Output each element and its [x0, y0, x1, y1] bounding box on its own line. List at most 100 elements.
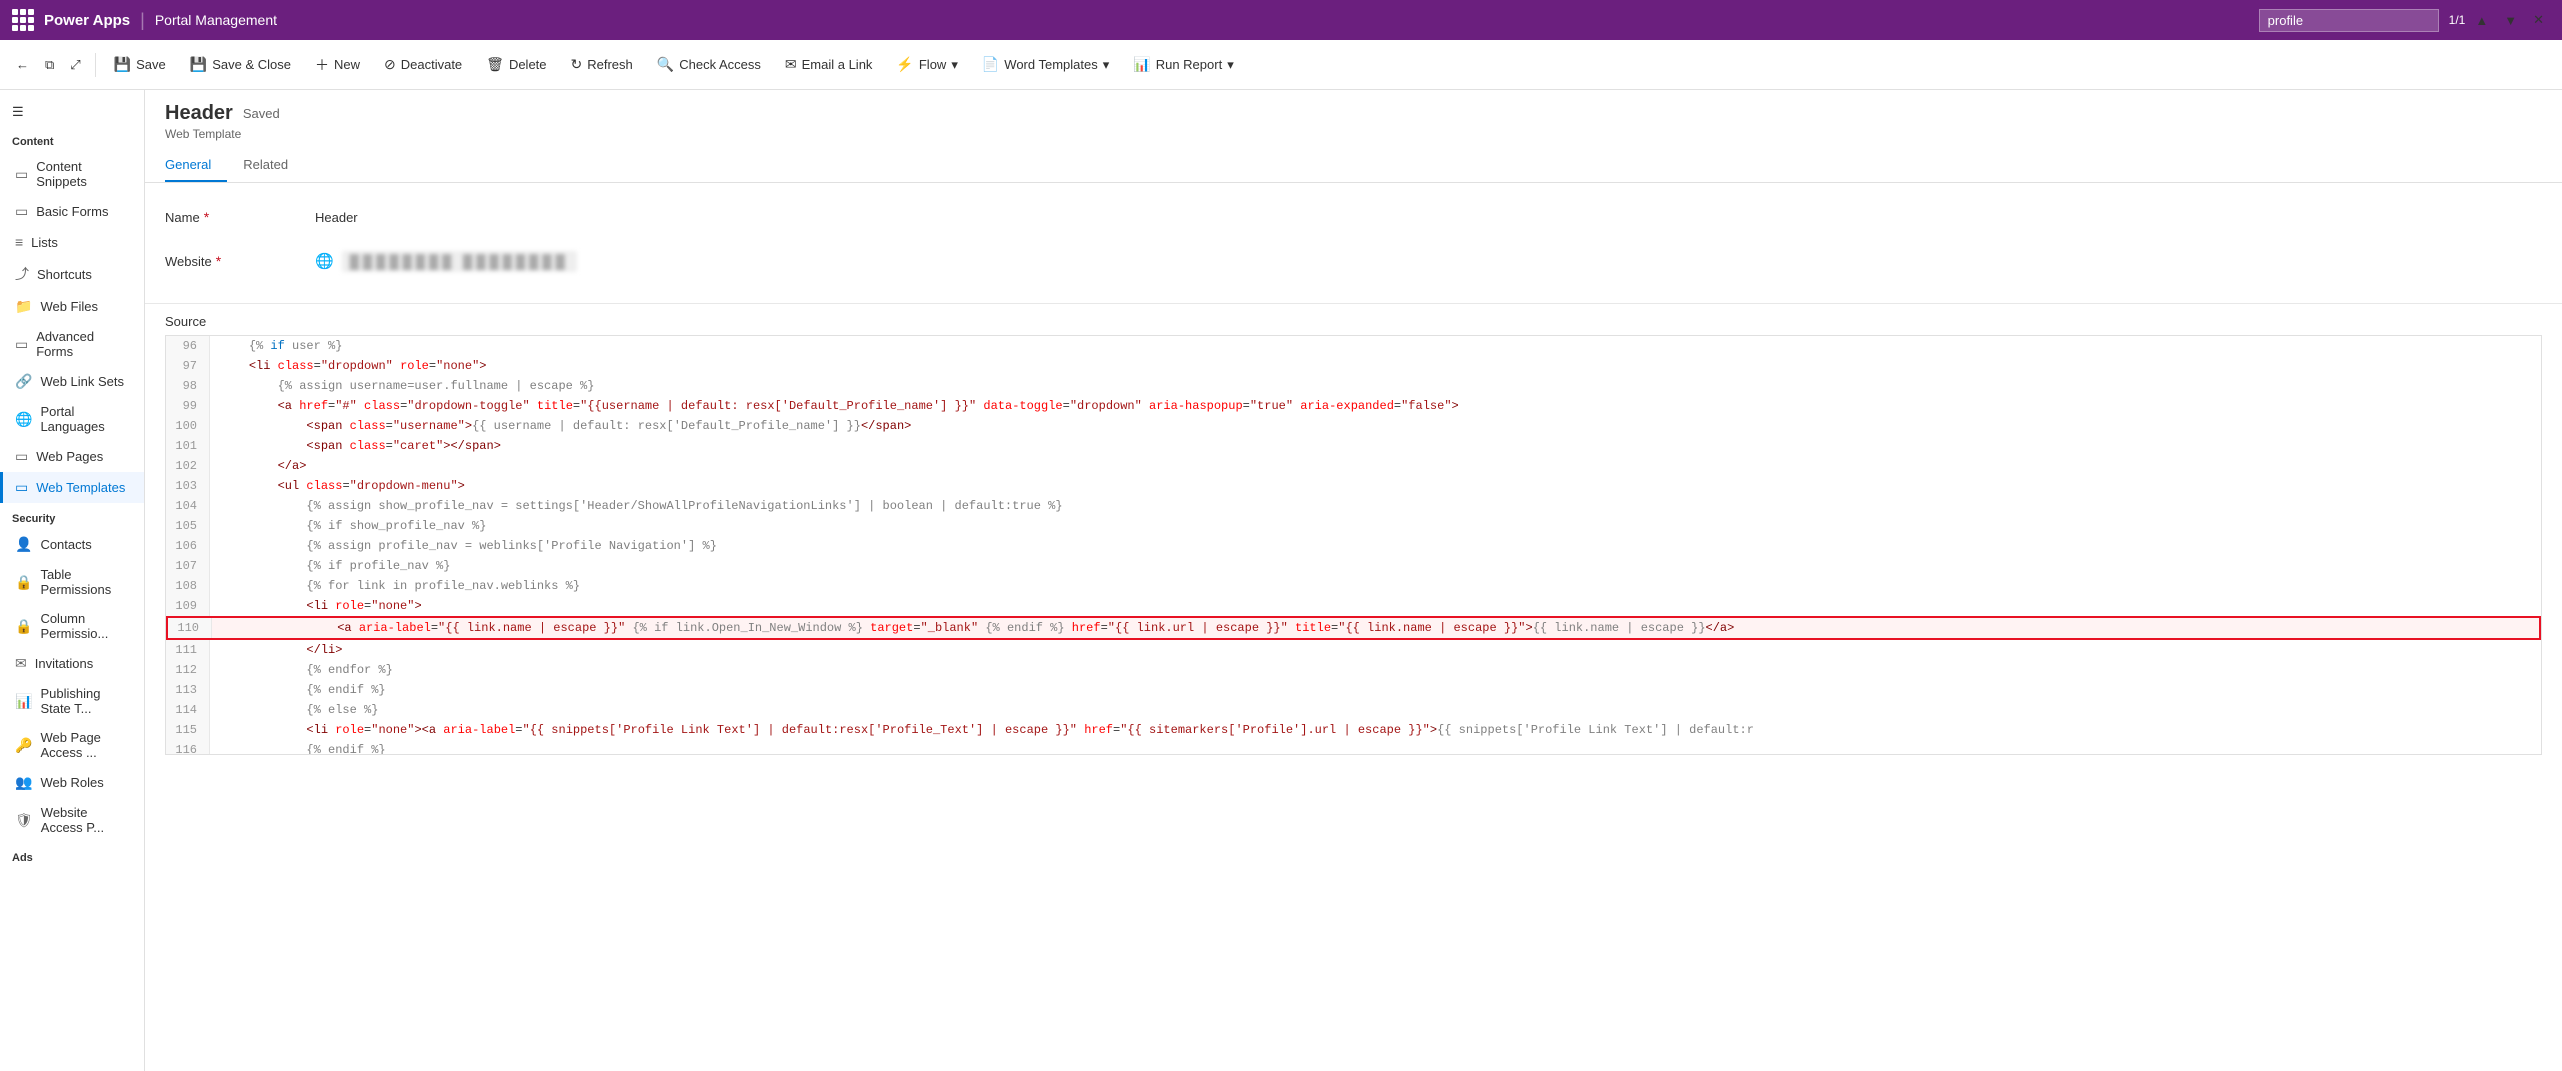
sidebar-item-web-link-sets[interactable]: 🔗 Web Link Sets [0, 366, 144, 397]
invitations-icon: ✉ [15, 655, 27, 672]
deactivate-button[interactable]: ⊘ Deactivate [374, 51, 472, 78]
sidebar-toggle[interactable]: ☰ [0, 98, 144, 126]
sidebar-item-lists[interactable]: ≡ Lists [0, 227, 144, 257]
record-header: Header Saved Web Template [145, 90, 2562, 141]
search-close[interactable]: ✕ [2527, 7, 2550, 33]
required-star-name: * [204, 209, 209, 225]
copy-button[interactable]: ⧉ [39, 52, 60, 78]
sidebar-item-portal-languages[interactable]: 🌐 Portal Languages [0, 397, 144, 441]
code-editor[interactable]: 96 {% if user %} 97 <li class="dropdown"… [165, 335, 2542, 755]
sidebar-item-publishing-state[interactable]: 📊 Publishing State T... [0, 679, 144, 723]
check-access-label: Check Access [679, 57, 761, 72]
code-line-97: 97 <li class="dropdown" role="none"> [166, 356, 2541, 376]
waffle-menu[interactable] [12, 9, 34, 31]
top-bar: Power Apps | Portal Management 1/1 ▲ ▼ ✕ [0, 0, 2562, 40]
tab-related[interactable]: Related [243, 149, 304, 182]
sidebar-item-web-roles[interactable]: 👥 Web Roles [0, 767, 144, 798]
save-icon: 💾 [114, 56, 131, 73]
check-access-icon: 🔍 [657, 56, 674, 73]
sidebar-label-content-snippets: Content Snippets [36, 159, 132, 189]
sidebar-item-basic-forms[interactable]: ▭ Basic Forms [0, 196, 144, 227]
sidebar-item-website-access[interactable]: 🛡 Website Access P... [0, 798, 144, 842]
sidebar-label-advanced-forms: Advanced Forms [36, 329, 132, 359]
web-page-access-icon: 🔑 [15, 737, 32, 754]
sidebar-item-contacts[interactable]: 👤 Contacts [0, 529, 144, 560]
save-close-label: Save & Close [212, 57, 291, 72]
flow-icon: ⚡ [896, 56, 913, 73]
form-area: Name * Header Website * 🌐 ████████ █████… [145, 183, 2562, 304]
sidebar-label-portal-languages: Portal Languages [40, 404, 132, 434]
sidebar-item-invitations[interactable]: ✉ Invitations [0, 648, 144, 679]
flow-button[interactable]: ⚡ Flow ▾ [886, 51, 967, 78]
run-report-button[interactable]: 📊 Run Report ▾ [1123, 51, 1243, 78]
sidebar-label-web-templates: Web Templates [36, 480, 125, 495]
code-line-106: 106 {% assign profile_nav = weblinks['Pr… [166, 536, 2541, 556]
toolbar-sep-1 [95, 53, 96, 77]
sidebar-item-web-files[interactable]: 📁 Web Files [0, 291, 144, 322]
website-value[interactable]: ████████ ████████ [342, 251, 577, 272]
search-next[interactable]: ▼ [2498, 8, 2523, 33]
sidebar-item-content-snippets[interactable]: ▭ Content Snippets [0, 152, 144, 196]
check-access-button[interactable]: 🔍 Check Access [647, 51, 771, 78]
code-line-108: 108 {% for link in profile_nav.weblinks … [166, 576, 2541, 596]
search-prev[interactable]: ▲ [2469, 8, 2494, 33]
sidebar-item-shortcuts[interactable]: ⤴ Shortcuts [0, 257, 144, 291]
required-star-website: * [216, 253, 221, 269]
word-templates-label: Word Templates [1004, 57, 1097, 72]
code-line-115: 115 <li role="none"><a aria-label="{{ sn… [166, 720, 2541, 740]
search-count: 1/1 [2449, 13, 2466, 27]
publishing-state-icon: 📊 [15, 693, 32, 710]
basic-forms-icon: ▭ [15, 203, 28, 220]
sidebar-item-advanced-forms[interactable]: ▭ Advanced Forms [0, 322, 144, 366]
save-button[interactable]: 💾 Save [104, 51, 176, 78]
sidebar-label-contacts: Contacts [40, 537, 91, 552]
sidebar-label-publishing-state: Publishing State T... [40, 686, 132, 716]
sidebar-item-table-permissions[interactable]: 🔒 Table Permissions [0, 560, 144, 604]
code-line-109: 109 <li role="none"> [166, 596, 2541, 616]
code-line-101: 101 <span class="caret"></span> [166, 436, 2541, 456]
search-input[interactable] [2259, 9, 2439, 32]
sidebar-item-column-permissions[interactable]: 🔒 Column Permissio... [0, 604, 144, 648]
new-button[interactable]: ＋ New [305, 50, 370, 80]
deactivate-icon: ⊘ [384, 56, 396, 73]
delete-button[interactable]: 🗑 Delete [476, 51, 556, 78]
back-icon: ← [16, 57, 29, 72]
search-nav: 1/1 ▲ ▼ ✕ [2449, 7, 2550, 33]
name-label: Name * [165, 209, 315, 225]
sidebar-item-web-pages[interactable]: ▭ Web Pages [0, 441, 144, 472]
refresh-button[interactable]: ↻ Refresh [561, 51, 643, 78]
record-subtitle: Web Template [165, 127, 2542, 141]
sidebar: ☰ Content ▭ Content Snippets ▭ Basic For… [0, 90, 145, 1071]
form-row-name: Name * Header [165, 199, 2542, 235]
new-icon: ＋ [315, 55, 329, 75]
code-line-100: 100 <span class="username">{{ username |… [166, 416, 2541, 436]
sidebar-label-website-access: Website Access P... [41, 805, 132, 835]
word-templates-button[interactable]: 📄 Word Templates ▾ [972, 51, 1119, 78]
sidebar-label-invitations: Invitations [35, 656, 94, 671]
sidebar-label-column-permissions: Column Permissio... [40, 611, 132, 641]
email-link-button[interactable]: ✉ Email a Link [775, 51, 883, 78]
back-button[interactable]: ← [10, 52, 35, 77]
tab-general[interactable]: General [165, 149, 227, 182]
sidebar-section-ads: Ads [0, 842, 144, 868]
portal-languages-icon: 🌐 [15, 411, 32, 428]
code-line-110: 110 <a aria-label="{{ link.name | escape… [166, 616, 2541, 640]
save-close-icon: 💾 [190, 56, 207, 73]
web-link-sets-icon: 🔗 [15, 373, 32, 390]
name-value[interactable]: Header [315, 210, 2542, 225]
code-line-103: 103 <ul class="dropdown-menu"> [166, 476, 2541, 496]
sidebar-label-web-files: Web Files [40, 299, 98, 314]
code-line-113: 113 {% endif %} [166, 680, 2541, 700]
save-close-button[interactable]: 💾 Save & Close [180, 51, 301, 78]
sidebar-item-web-page-access[interactable]: 🔑 Web Page Access ... [0, 723, 144, 767]
sidebar-label-basic-forms: Basic Forms [36, 204, 108, 219]
email-link-label: Email a Link [802, 57, 873, 72]
sidebar-item-web-templates[interactable]: ▭ Web Templates [0, 472, 144, 503]
word-templates-chevron-icon: ▾ [1103, 57, 1110, 73]
email-link-icon: ✉ [785, 56, 797, 73]
record-saved: Saved [243, 106, 280, 121]
website-access-icon: 🛡 [15, 812, 33, 829]
expand-button[interactable]: ⤢ [64, 52, 86, 78]
expand-icon: ⤢ [70, 57, 80, 73]
record-title: Header [165, 102, 233, 125]
